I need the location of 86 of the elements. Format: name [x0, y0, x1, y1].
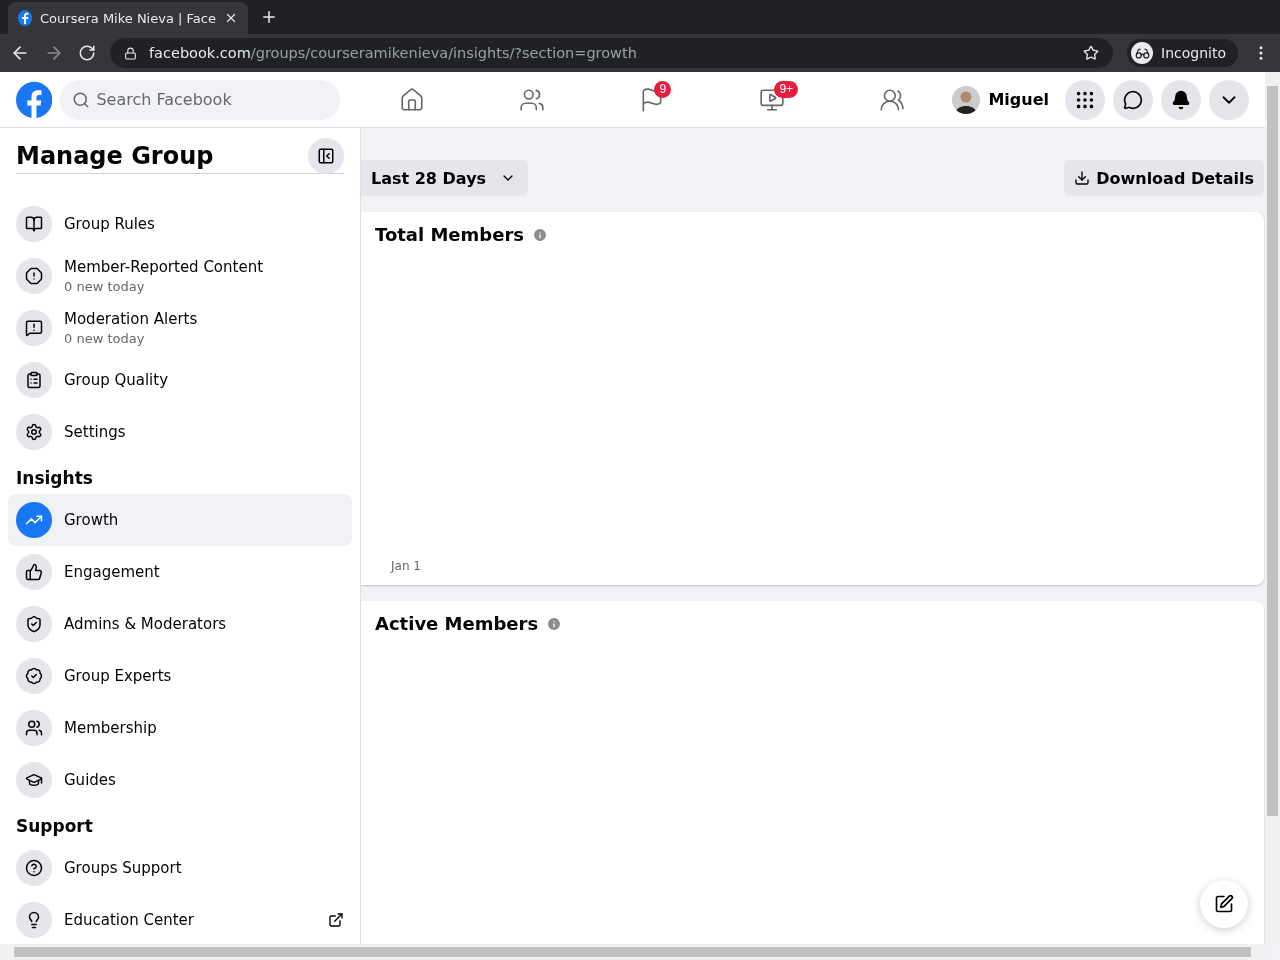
- facebook-logo[interactable]: [16, 79, 53, 120]
- collapse-button[interactable]: [308, 137, 344, 174]
- home-icon: [399, 86, 426, 113]
- item-label: Member-Reported Content: [64, 258, 265, 276]
- sidebar-item[interactable]: Group Rules: [8, 198, 352, 250]
- sidebar-title: Manage Group: [16, 141, 214, 170]
- card-title: Active Members: [375, 613, 539, 634]
- thumbs-up-icon: [16, 554, 52, 590]
- tab-title: Coursera Mike Nieva | Face: [40, 10, 216, 26]
- compose-icon: [1214, 894, 1234, 914]
- trend-icon: [16, 502, 52, 538]
- sidebar-item[interactable]: Engagement: [8, 546, 352, 598]
- section-heading: Support: [15, 815, 94, 838]
- sidebar-item[interactable]: Group Experts: [8, 650, 352, 702]
- graduation-cap-icon: [16, 762, 52, 798]
- settings-icon: [16, 414, 52, 450]
- sidebar-item[interactable]: Education Center: [8, 894, 352, 946]
- menu-button[interactable]: [1065, 79, 1105, 120]
- sidebar-item[interactable]: Member-Reported Content 0 new today: [8, 250, 352, 302]
- panel-icon: [317, 146, 335, 165]
- info-icon[interactable]: [532, 226, 548, 243]
- new-tab-icon[interactable]: [260, 8, 278, 26]
- book-icon: [16, 206, 52, 242]
- avatar: [952, 85, 981, 114]
- groups-icon: [879, 86, 906, 113]
- profile-chip[interactable]: Incognito: [1127, 39, 1238, 67]
- account-button[interactable]: [1209, 79, 1249, 120]
- item-label: Education Center: [64, 911, 195, 929]
- item-label: Growth: [64, 511, 120, 529]
- badge-icon: [16, 658, 52, 694]
- search-field[interactable]: Search Facebook: [60, 79, 341, 120]
- item-label: Moderation Alerts: [64, 310, 199, 328]
- item-label: Guides: [64, 771, 117, 789]
- download-icon: [1074, 170, 1091, 186]
- search-icon: [72, 90, 91, 109]
- horizontal-scrollbar[interactable]: [0, 944, 1265, 960]
- download-button[interactable]: Download Details: [1064, 160, 1264, 196]
- vertical-scrollbar[interactable]: [1265, 72, 1280, 944]
- people-icon: [16, 710, 52, 746]
- item-subtitle: 0 new today: [64, 331, 146, 346]
- address-bar[interactable]: facebook.com/groups/courseramikenieva/insights/?section=growth: [110, 38, 1114, 68]
- item-label: Engagement: [64, 563, 161, 581]
- lock-icon: [124, 46, 137, 60]
- item-label: Group Rules: [64, 215, 156, 233]
- sidebar-item[interactable]: Growth: [8, 494, 352, 546]
- browser-tab[interactable]: Coursera Mike Nieva | Face: [8, 2, 248, 34]
- nav-tab[interactable]: 9: [592, 73, 713, 126]
- messenger-icon: [1123, 89, 1143, 110]
- item-label: Membership: [64, 719, 158, 737]
- alert-icon: [16, 258, 52, 294]
- item-label: Group Experts: [64, 667, 173, 685]
- date-range-dropdown[interactable]: Last 28 Days: [361, 160, 529, 196]
- bell-icon: [1171, 89, 1191, 110]
- help-icon: [16, 850, 52, 886]
- sidebar-item[interactable]: Group Quality: [8, 354, 352, 406]
- messenger-button[interactable]: [1113, 79, 1153, 120]
- item-label: Settings: [64, 423, 127, 441]
- clipboard-icon: [16, 362, 52, 398]
- lightbulb-icon: [16, 902, 52, 938]
- item-label: Admins & Moderators: [64, 615, 228, 633]
- item-subtitle: 0 new today: [64, 279, 146, 294]
- item-label: Group Quality: [64, 371, 170, 389]
- friends-icon: [519, 86, 546, 113]
- sidebar-item[interactable]: Groups Support: [8, 842, 352, 894]
- sidebar-item[interactable]: Moderation Alerts 0 new today: [8, 302, 352, 354]
- notification-count: 9: [654, 80, 672, 98]
- reload-icon[interactable]: [78, 44, 96, 62]
- profile-link[interactable]: Miguel: [952, 85, 1057, 114]
- section-heading: Insights: [15, 467, 94, 490]
- info-icon[interactable]: [546, 615, 563, 632]
- axis-label: Jan 1: [391, 559, 422, 573]
- url-text: facebook.com/groups/courseramikenieva/insights/?section=growth: [149, 45, 638, 61]
- sidebar-item[interactable]: Settings: [8, 406, 352, 458]
- favicon-icon: [18, 10, 33, 26]
- star-icon[interactable]: [1083, 45, 1100, 61]
- flag-icon: [16, 310, 52, 346]
- notification-count: 9+: [774, 80, 799, 98]
- incognito-icon: [1131, 42, 1154, 64]
- shield-icon: [16, 606, 52, 642]
- item-label: Groups Support: [64, 859, 183, 877]
- nav-tab[interactable]: 9+: [712, 73, 833, 126]
- sidebar-item[interactable]: Membership: [8, 702, 352, 754]
- sidebar-item[interactable]: Guides: [8, 754, 352, 806]
- sidebar-item[interactable]: Admins & Moderators: [8, 598, 352, 650]
- notifications-button[interactable]: [1161, 79, 1201, 120]
- card-title: Total Members: [375, 224, 524, 245]
